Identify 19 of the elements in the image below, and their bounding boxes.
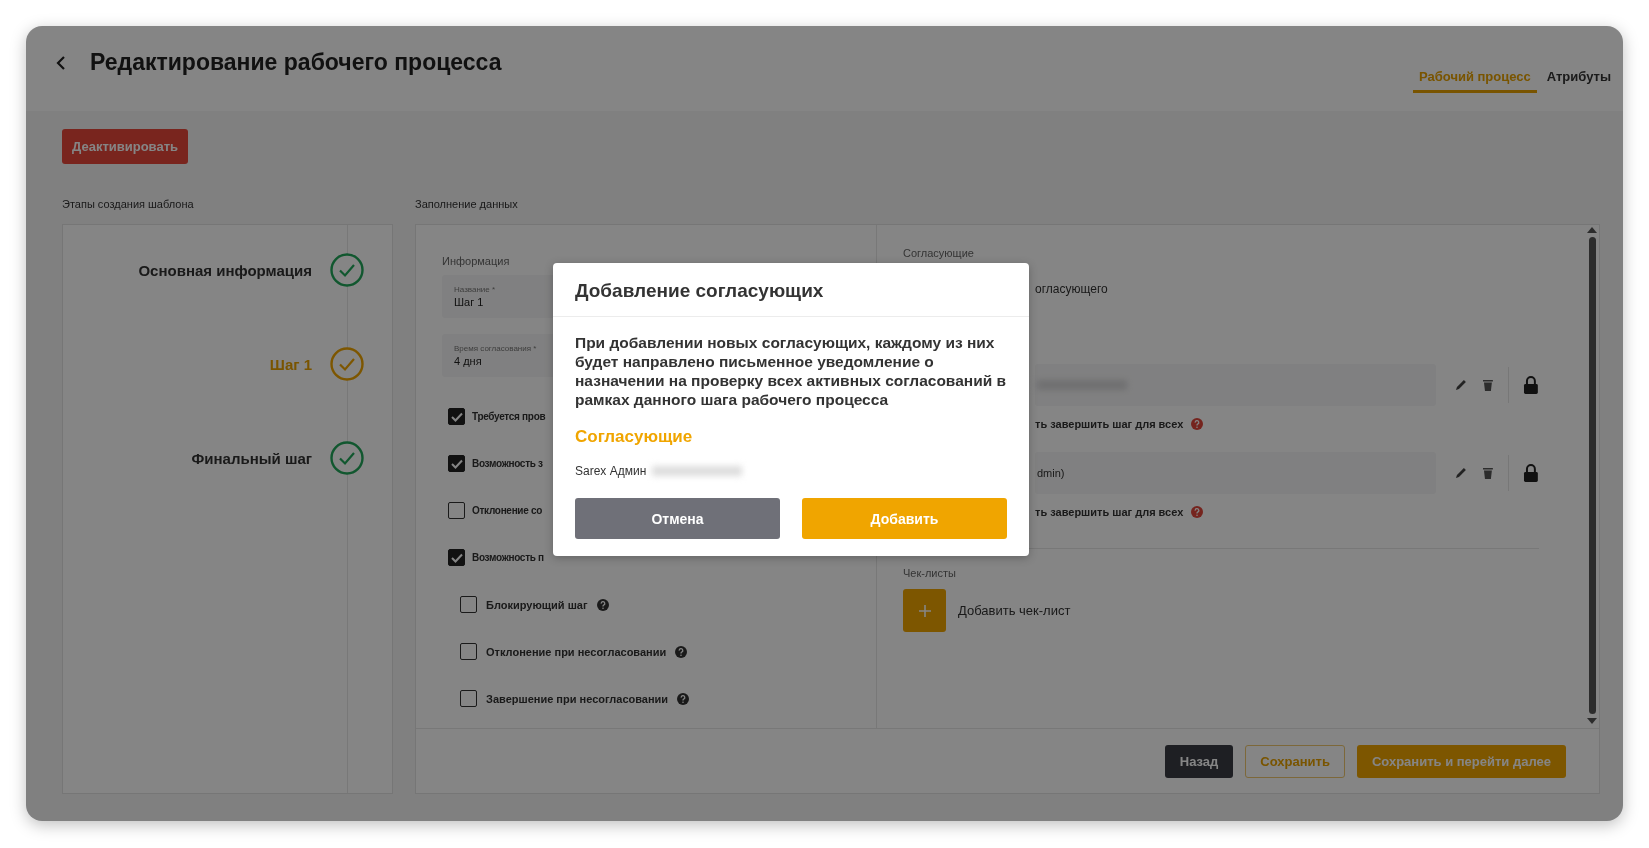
- checkbox-label: ть завершить шаг для всех: [1035, 506, 1184, 518]
- approver-name: Sarex Админ: [575, 464, 647, 478]
- checkbox-label: Возможность п: [472, 552, 544, 563]
- modal-message: При добавлении новых согласующих, каждому из них будет направлено письменное уведомление о назначении на проверку всех активных согласований в рамках данного шага рабочего процесса: [575, 333, 1007, 409]
- section-title: Согласующие: [575, 427, 694, 447]
- checkbox-label: Возможность з: [472, 458, 543, 469]
- group-label: Чек-листы: [903, 567, 957, 579]
- checkbox-label: Отклонение со: [472, 505, 543, 516]
- group-label: Информация: [442, 255, 511, 267]
- checkbox-label: Отклонение при несогласовании: [486, 645, 667, 658]
- group-label: Согласующие: [903, 247, 975, 259]
- section-label: Заполнение данных: [415, 198, 519, 210]
- modal-title: Добавление согласующих: [575, 280, 825, 302]
- page-title: Редактирование рабочего процесса: [90, 49, 502, 76]
- section-label: Этапы создания шаблона: [62, 198, 195, 210]
- checkbox-label: ть завершить шаг для всех: [1035, 418, 1184, 430]
- checkbox-label: Завершение при несогласовании: [486, 692, 669, 705]
- checkbox-label: Блокирующий шаг: [486, 598, 588, 611]
- checkbox-label: Требуется пров: [472, 411, 546, 422]
